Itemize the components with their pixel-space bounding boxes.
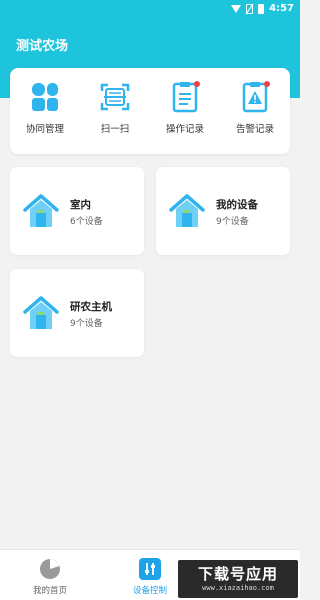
device-name: 室内	[70, 199, 91, 211]
status-icons: 4:57	[231, 3, 294, 14]
watermark: 下载号应用 www.xiazaihao.com	[178, 560, 298, 598]
quick-action-collaboration[interactable]: 协同管理	[12, 80, 78, 135]
quick-actions-card: 协同管理 扫一扫 操作记录 告警记录	[10, 68, 290, 154]
operation-log-icon	[172, 81, 200, 113]
device-card-indoor[interactable]: 室内 6个设备	[10, 167, 144, 255]
battery-icon	[258, 3, 265, 14]
wifi-icon	[231, 5, 242, 13]
quick-action-label: 告警记录	[235, 124, 274, 135]
no-sim-icon	[246, 3, 254, 14]
quick-action-label: 协同管理	[25, 124, 64, 135]
device-name: 我的设备	[216, 199, 258, 211]
device-count: 9个设备	[216, 217, 249, 227]
watermark-main: 下载号应用	[197, 564, 278, 583]
quick-action-label: 扫一扫	[100, 124, 130, 135]
collaboration-icon	[32, 83, 58, 111]
nav-label: 我的首页	[32, 586, 67, 596]
status-bar: 4:57	[0, 0, 300, 18]
device-card-yannong-host[interactable]: 研农主机 9个设备	[10, 269, 144, 357]
home-pie-icon	[40, 559, 60, 579]
page-title: 测试农场	[16, 39, 69, 54]
device-control-icon	[139, 558, 161, 580]
device-count: 9个设备	[70, 319, 103, 329]
house-icon	[23, 296, 59, 329]
alarm-log-icon	[242, 81, 270, 113]
scan-icon	[100, 83, 130, 111]
nav-item-home[interactable]: 我的首页	[0, 550, 100, 600]
quick-action-operation-log[interactable]: 操作记录	[152, 80, 218, 135]
quick-action-alarm-log[interactable]: 告警记录	[222, 80, 288, 135]
device-card-my-devices[interactable]: 我的设备 9个设备	[156, 167, 290, 255]
device-name: 研农主机	[70, 301, 112, 313]
watermark-sub: www.xiazaihao.com	[202, 583, 274, 592]
status-time: 4:57	[269, 3, 294, 14]
quick-action-label: 操作记录	[165, 124, 204, 135]
house-icon	[169, 194, 205, 227]
device-count: 6个设备	[70, 217, 103, 227]
house-icon	[23, 194, 59, 227]
screen: 4:57 测试农场 协同管理 扫一扫 操作记录 告警记录 室内 6个设备 我的设…	[0, 0, 300, 600]
quick-action-scan[interactable]: 扫一扫	[82, 80, 148, 135]
nav-label: 设备控制	[132, 586, 167, 596]
